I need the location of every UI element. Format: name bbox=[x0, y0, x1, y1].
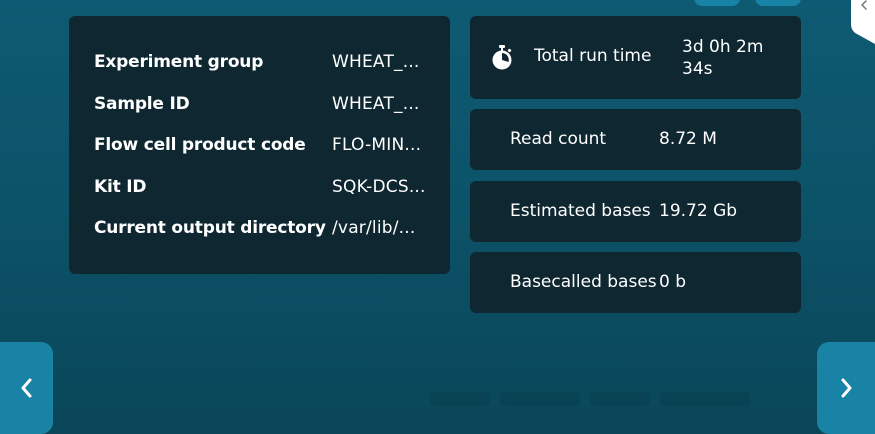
estimated-bases-value: 19.72 Gb bbox=[659, 201, 738, 221]
footer-placeholder bbox=[500, 392, 580, 406]
info-value: WHEAT_... bbox=[332, 52, 420, 72]
footer-placeholder bbox=[590, 392, 650, 406]
info-row-sample-id: Sample ID WHEAT_... bbox=[94, 92, 434, 116]
info-label: Kit ID bbox=[94, 177, 147, 197]
info-row-output-directory: Current output directory /var/lib/... bbox=[94, 216, 434, 240]
info-value: WHEAT_... bbox=[332, 94, 420, 114]
run-info-panel: Experiment group WHEAT_... Sample ID WHE… bbox=[69, 16, 450, 274]
stopwatch-icon bbox=[492, 45, 512, 70]
previous-page-button[interactable] bbox=[0, 342, 53, 434]
info-label: Current output directory bbox=[94, 218, 326, 238]
info-value: SQK-DCS... bbox=[332, 177, 426, 197]
basecalled-bases-label: Basecalled bases bbox=[510, 272, 657, 292]
footer-placeholder bbox=[430, 392, 490, 406]
stat-card-basecalled-bases: Basecalled bases 0 b bbox=[470, 252, 801, 313]
info-row-kit-id: Kit ID SQK-DCS... bbox=[94, 175, 434, 199]
next-page-button[interactable] bbox=[817, 342, 875, 434]
run-time-value: 3d 0h 2m 34s bbox=[682, 37, 764, 79]
info-label: Sample ID bbox=[94, 94, 190, 114]
info-label: Flow cell product code bbox=[94, 135, 306, 155]
chevron-right-icon bbox=[841, 378, 852, 398]
footer-placeholder bbox=[660, 392, 750, 406]
basecalled-bases-value: 0 b bbox=[659, 272, 687, 292]
top-action-button-2[interactable] bbox=[755, 0, 801, 6]
stat-card-estimated-bases: Estimated bases 19.72 Gb bbox=[470, 181, 801, 242]
side-drawer-toggle[interactable] bbox=[851, 0, 875, 44]
drawer-tab-shape bbox=[851, 0, 875, 44]
info-row-experiment-group: Experiment group WHEAT_... bbox=[94, 50, 434, 74]
chevron-left-icon bbox=[21, 378, 31, 398]
info-value: FLO-MIN... bbox=[332, 135, 422, 155]
estimated-bases-label: Estimated bases bbox=[510, 201, 651, 221]
info-value: /var/lib/... bbox=[332, 218, 416, 238]
run-time-label: Total run time bbox=[534, 46, 652, 66]
read-count-value: 8.72 M bbox=[659, 129, 717, 149]
top-action-button-1[interactable] bbox=[694, 0, 740, 6]
info-label: Experiment group bbox=[94, 52, 264, 72]
read-count-label: Read count bbox=[510, 129, 607, 149]
stat-card-read-count: Read count 8.72 M bbox=[470, 109, 801, 170]
info-row-flow-cell-product-code: Flow cell product code FLO-MIN... bbox=[94, 133, 434, 157]
stat-card-run-time: Total run time 3d 0h 2m 34s bbox=[470, 16, 801, 99]
